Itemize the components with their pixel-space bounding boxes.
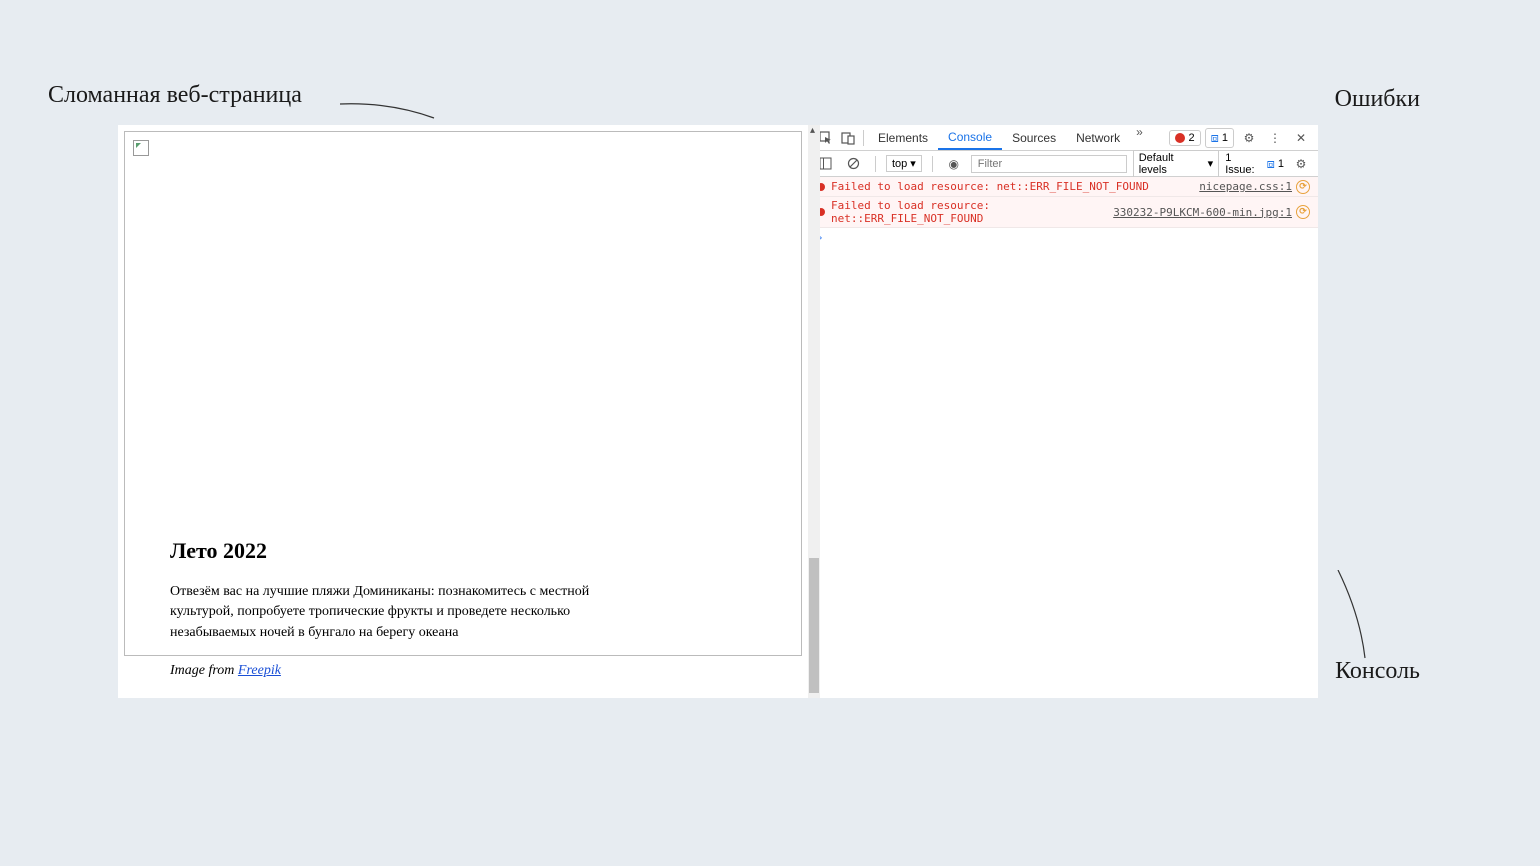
console-error-row: Failed to load resource: net::ERR_FILE_N… — [809, 177, 1318, 197]
tab-sources[interactable]: Sources — [1002, 125, 1066, 150]
chevron-down-icon: ▾ — [910, 157, 916, 170]
screenshot-container: Лето 2022 Отвезём вас на лучшие пляжи До… — [118, 125, 1318, 698]
error-dot-icon — [1175, 133, 1185, 143]
annotation-broken-page: Сломанная веб-страница — [48, 82, 302, 109]
log-levels-selector[interactable]: Default levels ▾ — [1133, 150, 1219, 178]
console-prompt[interactable]: › — [809, 228, 1318, 247]
scrollbar-thumb[interactable] — [809, 558, 819, 693]
image-credit: Image from Freepik — [170, 663, 756, 679]
link-badge-icon[interactable]: ⟳ — [1296, 205, 1310, 219]
issues-prefix: 1 Issue: — [1225, 152, 1263, 176]
info-chat-icon: ⧈ — [1211, 130, 1219, 146]
levels-label: Default levels — [1139, 152, 1205, 176]
broken-image-icon — [133, 140, 149, 156]
error-count-badge[interactable]: 2 — [1169, 130, 1200, 146]
issues-count: 1 — [1278, 158, 1284, 170]
annotation-arrow-left — [340, 100, 435, 120]
devtools-panel: Elements Console Sources Network » 2 ⧈ 1… — [808, 125, 1318, 698]
credit-link[interactable]: Freepik — [238, 663, 281, 678]
issues-indicator[interactable]: 1 Issue: ⧈ 1 — [1225, 152, 1284, 176]
annotation-arrow-right — [1330, 570, 1370, 660]
separator — [875, 156, 876, 172]
error-message: Failed to load resource: net::ERR_FILE_N… — [831, 180, 1199, 193]
page-title: Лето 2022 — [170, 538, 756, 564]
tab-elements[interactable]: Elements — [868, 125, 938, 150]
clear-console-icon[interactable] — [843, 153, 865, 175]
annotation-errors: Ошибки — [1335, 86, 1420, 113]
console-output: Failed to load resource: net::ERR_FILE_N… — [809, 177, 1318, 698]
page-content: Лето 2022 Отвезём вас на лучшие пляжи До… — [124, 131, 802, 656]
kebab-menu-icon[interactable]: ⋮ — [1264, 127, 1286, 149]
close-icon[interactable]: ✕ — [1290, 127, 1312, 149]
console-filter-bar: top ▾ ◉ Default levels ▾ 1 Issue: ⧈ 1 ⚙ — [809, 151, 1318, 177]
annotation-console: Консоль — [1335, 658, 1420, 685]
separator — [932, 156, 933, 172]
filter-input[interactable] — [971, 155, 1127, 173]
error-source-link[interactable]: 330232-P9LKCM-600-min.jpg:1 — [1113, 206, 1292, 219]
devtools-toolbar: Elements Console Sources Network » 2 ⧈ 1… — [809, 125, 1318, 151]
settings-icon[interactable]: ⚙ — [1238, 127, 1260, 149]
info-count-badge[interactable]: ⧈ 1 — [1205, 128, 1234, 148]
credit-prefix: Image from — [170, 663, 238, 678]
console-error-row: Failed to load resource: net::ERR_FILE_N… — [809, 197, 1318, 228]
link-badge-icon[interactable]: ⟳ — [1296, 180, 1310, 194]
separator — [863, 130, 864, 146]
issues-chat-icon: ⧈ — [1267, 156, 1275, 172]
browser-viewport: Лето 2022 Отвезём вас на лучшие пляжи До… — [118, 125, 808, 698]
scrollbar[interactable] — [808, 125, 820, 698]
error-count: 2 — [1188, 132, 1194, 144]
tab-network[interactable]: Network — [1066, 125, 1130, 150]
chevron-down-icon: ▾ — [1208, 157, 1214, 170]
page-body-text: Отвезём вас на лучшие пляжи Доминиканы: … — [170, 582, 600, 643]
context-selector[interactable]: top ▾ — [886, 155, 922, 172]
devtools-tabs: Elements Console Sources Network » — [868, 125, 1149, 150]
info-count: 1 — [1222, 132, 1228, 144]
error-message: Failed to load resource: net::ERR_FILE_N… — [831, 199, 1113, 225]
error-source-link[interactable]: nicepage.css:1 — [1199, 180, 1292, 193]
tab-console[interactable]: Console — [938, 125, 1002, 150]
device-toggle-icon[interactable] — [837, 127, 859, 149]
live-expression-icon[interactable]: ◉ — [943, 153, 965, 175]
context-label: top — [892, 158, 907, 170]
tabs-overflow-icon[interactable]: » — [1130, 125, 1149, 150]
console-settings-icon[interactable]: ⚙ — [1290, 153, 1312, 175]
